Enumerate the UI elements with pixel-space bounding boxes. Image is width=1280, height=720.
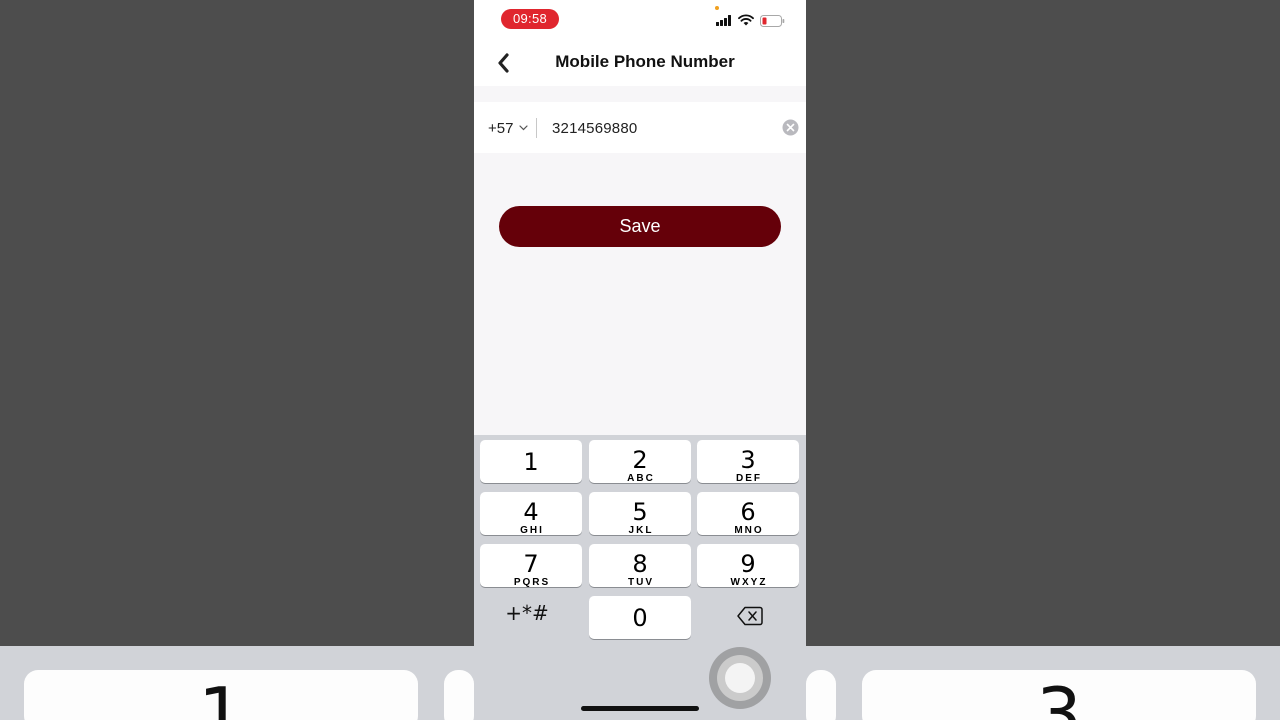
field-divider [536, 118, 537, 138]
status-time: 09:58 [501, 9, 559, 29]
key-digit: 1 [523, 448, 539, 476]
key-1[interactable]: 1 [480, 440, 582, 483]
phone-number-row: +57 [474, 102, 806, 153]
key-7[interactable]: 7 PQRS [480, 544, 582, 588]
key-letters: DEF [736, 473, 762, 484]
key-3[interactable]: 3 DEF [697, 440, 799, 484]
key-digit: 2 [632, 446, 648, 474]
navigation-bar: Mobile Phone Number [474, 40, 806, 86]
key-letters: PQRS [513, 577, 551, 588]
key-5[interactable]: 5 JKL [589, 492, 691, 536]
key-digit: 4 [523, 498, 539, 526]
key-letters: JKL [628, 525, 654, 536]
status-bar: 09:58 [474, 0, 806, 40]
clear-icon[interactable] [782, 119, 799, 136]
key-letters: MNO [734, 525, 764, 536]
country-code-select[interactable]: +57 [488, 117, 529, 139]
key-digit: 0 [632, 604, 648, 632]
key-digit: 6 [740, 498, 756, 526]
key-letters: ABC [627, 473, 655, 484]
key-digit: 7 [523, 550, 539, 578]
key-digit: 8 [632, 550, 648, 578]
background-key-fragment [806, 670, 836, 720]
key-symbols[interactable]: +*# [476, 592, 578, 635]
phone-screen: 09:58 Mobile Phone Number +57 3214569880… [474, 0, 806, 720]
key-6[interactable]: 6 MNO [697, 492, 799, 536]
key-letters: GHI [520, 525, 544, 536]
key-letters: TUV [628, 577, 654, 588]
key-letters: WXYZ [730, 577, 768, 588]
key-9[interactable]: 9 WXYZ [697, 544, 799, 588]
background-key-label: 3 [1036, 672, 1082, 720]
key-8[interactable]: 8 TUV [589, 544, 691, 588]
background-key: 1 [24, 670, 418, 720]
wifi-icon [738, 14, 754, 26]
privacy-indicator-dot [715, 6, 719, 10]
background-key-label: 1 [198, 672, 244, 720]
key-4[interactable]: 4 GHI [480, 492, 582, 536]
key-digit: 9 [740, 550, 756, 578]
key-digit: 3 [740, 446, 756, 474]
key-0[interactable]: 0 [589, 596, 691, 639]
page-title: Mobile Phone Number [555, 52, 735, 71]
save-button[interactable]: Save [499, 206, 781, 247]
phone-number-input[interactable] [552, 115, 772, 141]
key-digit: 5 [632, 498, 648, 526]
background-key: 3 [862, 670, 1256, 720]
chevron-down-icon [519, 125, 529, 131]
home-indicator[interactable] [581, 706, 699, 711]
battery-icon [760, 15, 785, 27]
backspace-icon[interactable] [737, 606, 763, 626]
assistive-touch-button[interactable] [709, 647, 771, 709]
country-code-value: +57 [488, 119, 514, 137]
background-key-fragment [444, 670, 474, 720]
key-2[interactable]: 2 ABC [589, 440, 691, 484]
